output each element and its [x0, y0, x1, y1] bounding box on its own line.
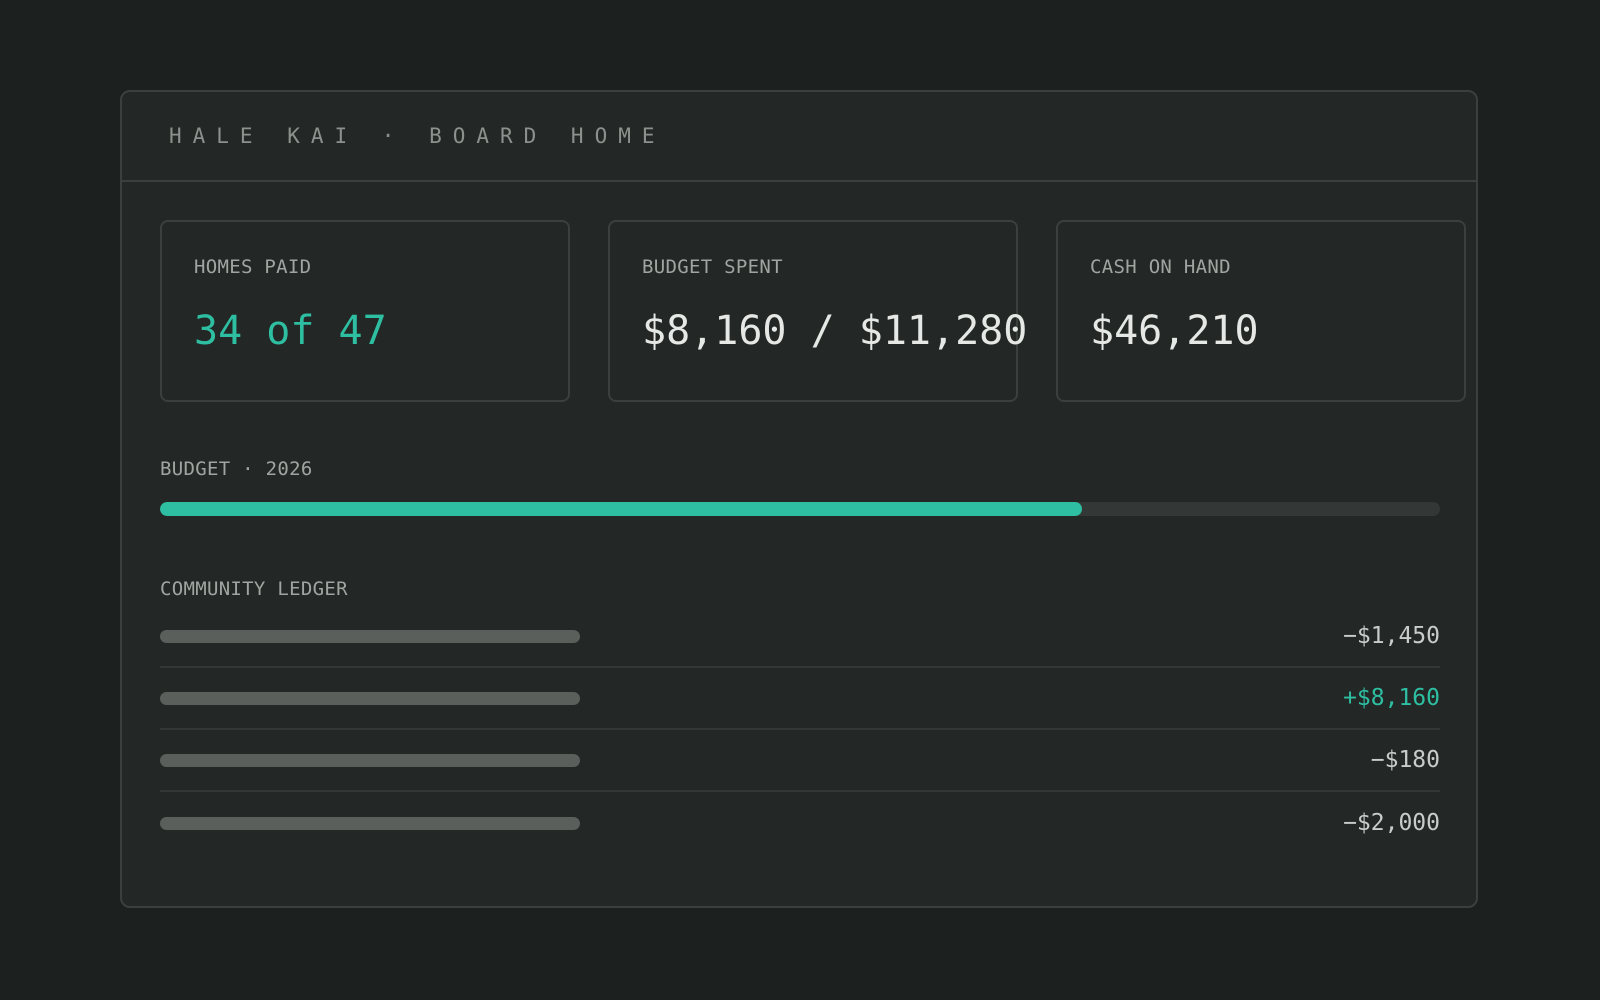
board-home-panel: HALE KAI · BOARD HOME HOMES PAID 34 of 4…: [120, 90, 1478, 908]
ledger-amount: −$2,000: [1343, 810, 1440, 836]
budget-progress-fill: [160, 502, 1082, 516]
page-title: HALE KAI · BOARD HOME: [169, 124, 666, 148]
budget-progress-bar: [160, 502, 1440, 516]
budget-section-label: BUDGET · 2026: [160, 458, 313, 480]
ledger-row[interactable]: +$8,160: [160, 668, 1440, 730]
homes-paid-card: HOMES PAID 34 of 47: [160, 220, 570, 402]
cash-on-hand-card: CASH ON HAND $46,210: [1056, 220, 1466, 402]
ledger-row[interactable]: −$180: [160, 730, 1440, 792]
ledger-row[interactable]: −$2,000: [160, 792, 1440, 854]
panel-header: HALE KAI · BOARD HOME: [122, 92, 1476, 182]
budget-spent-label: BUDGET SPENT: [642, 256, 783, 278]
ledger-description-placeholder: [160, 753, 580, 767]
ledger-amount: −$180: [1370, 747, 1440, 773]
cash-on-hand-value: $46,210: [1090, 308, 1259, 354]
ledger-description-placeholder: [160, 629, 580, 643]
ledger-amount: −$1,450: [1343, 623, 1440, 649]
homes-paid-value: 34 of 47: [194, 308, 387, 354]
budget-spent-card: BUDGET SPENT $8,160 / $11,280: [608, 220, 1028, 402]
community-ledger: −$1,450 +$8,160 −$180 −$2,000: [160, 606, 1440, 854]
ledger-row[interactable]: −$1,450: [160, 606, 1440, 668]
budget-spent-value: $8,160 / $11,280: [642, 308, 1028, 354]
ledger-description-placeholder: [160, 816, 580, 830]
ledger-amount: +$8,160: [1343, 685, 1440, 711]
ledger-description-placeholder: [160, 691, 580, 705]
cash-on-hand-label: CASH ON HAND: [1090, 256, 1231, 278]
homes-paid-label: HOMES PAID: [194, 256, 312, 278]
ledger-section-label: COMMUNITY LEDGER: [160, 578, 348, 600]
